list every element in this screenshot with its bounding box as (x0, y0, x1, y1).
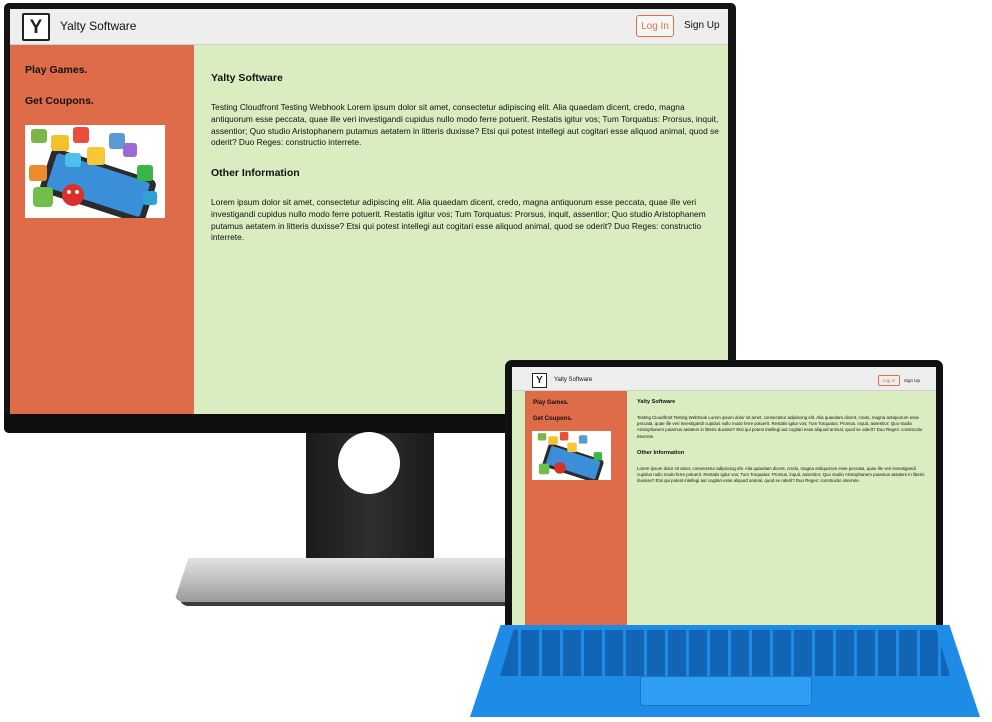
heading-other-information: Other Information (211, 167, 300, 179)
monitor-stand-base (174, 558, 534, 602)
keyboard-trackpad (640, 676, 812, 706)
tablet-paragraph-intro: Testing Cloudfront Testing Webhook Lorem… (637, 415, 923, 439)
sidebar-link-get-coupons[interactable]: Get Coupons. (25, 95, 94, 107)
tablet-screen: Y Yalty Software Log In Sign Up Play Gam… (512, 367, 936, 625)
brand-title[interactable]: Yalty Software (60, 19, 136, 33)
tablet-heading-yalty-software: Yalty Software (637, 399, 676, 405)
tablet-site-header: Y Yalty Software Log In Sign Up (512, 367, 936, 391)
tablet-app-icons-image (532, 431, 611, 480)
signup-link[interactable]: Sign Up (684, 20, 720, 31)
tablet-paragraph-other-information: Lorem ipsum dolor sit amet, consectetur … (637, 466, 925, 484)
main-content: Yalty Software Testing Cloudfront Testin… (194, 45, 728, 414)
tablet-brand-title[interactable]: Yalty Software (554, 377, 592, 383)
login-button[interactable]: Log In (636, 15, 674, 37)
tablet-sidebar: Play Games. Get Coupons. (525, 391, 627, 625)
tablet-sidebar-link-get-coupons[interactable]: Get Coupons. (533, 416, 572, 422)
heading-yalty-software: Yalty Software (211, 72, 283, 84)
paragraph-other-information: Lorem ipsum dolor sit amet, consectetur … (211, 197, 706, 243)
keyboard-keys (500, 630, 950, 676)
tablet-signup-link[interactable]: Sign Up (904, 378, 920, 383)
tablet-logo-icon[interactable]: Y (532, 373, 547, 388)
site-header: Y Yalty Software Log In Sign Up (10, 9, 728, 45)
sidebar: Play Games. Get Coupons. (10, 45, 194, 414)
logo-icon[interactable]: Y (22, 13, 50, 41)
app-icons-image (25, 125, 165, 218)
tablet-heading-other-information: Other Information (637, 450, 685, 456)
tablet-login-button[interactable]: Log In (878, 375, 900, 386)
paragraph-intro: Testing Cloudfront Testing Webhook Lorem… (211, 102, 719, 148)
monitor-stand-hole (338, 432, 400, 494)
desktop-screen: Y Yalty Software Log In Sign Up Play Gam… (10, 9, 728, 414)
tablet-main-content: Yalty Software Testing Cloudfront Testin… (627, 391, 936, 625)
sidebar-link-play-games[interactable]: Play Games. (25, 64, 87, 76)
tablet-sidebar-link-play-games[interactable]: Play Games. (533, 400, 569, 406)
